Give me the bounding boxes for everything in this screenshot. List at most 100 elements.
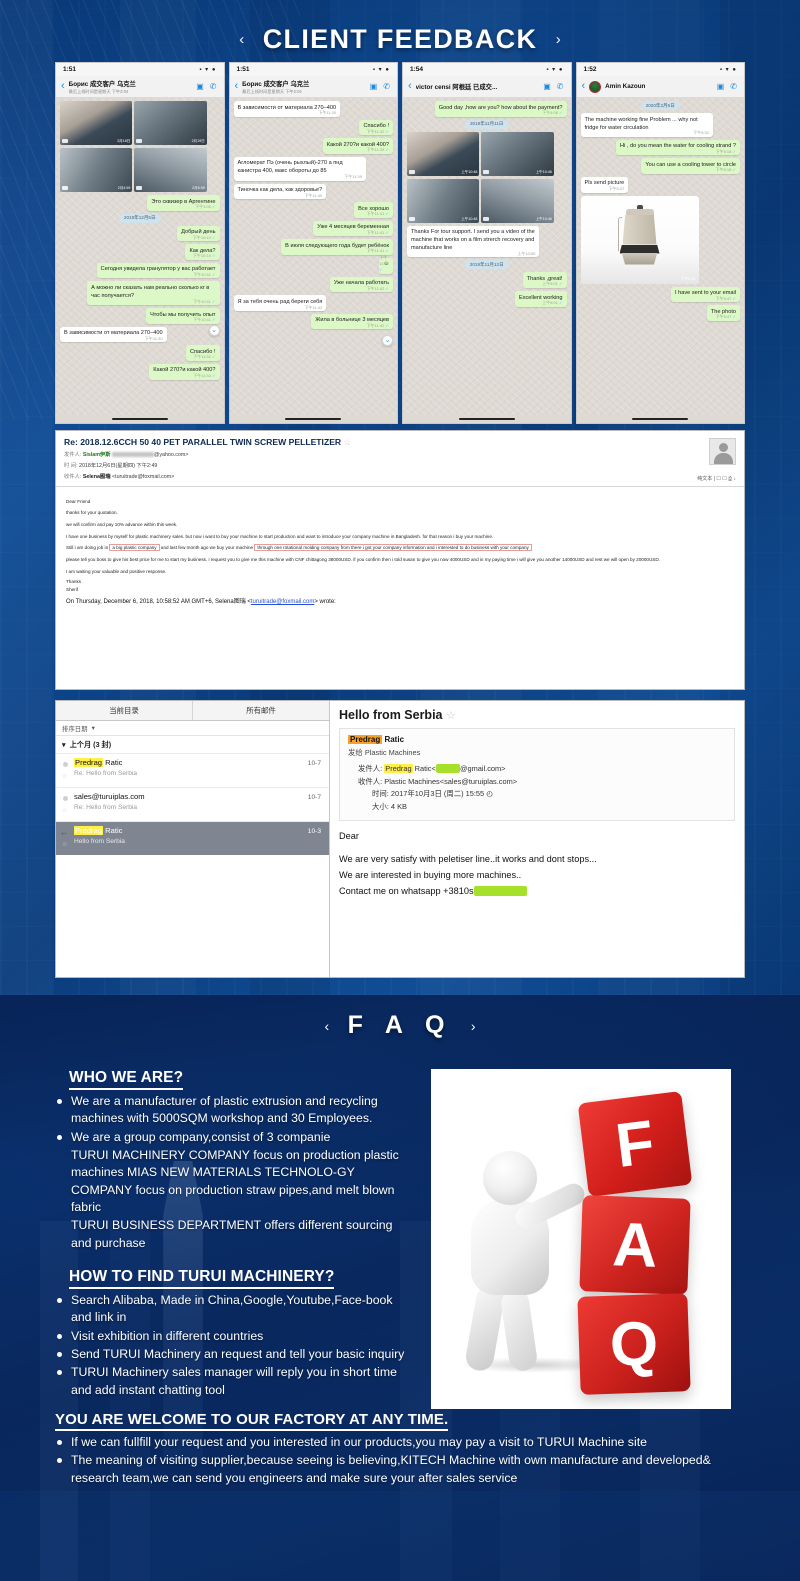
video-call-icon[interactable]: ▣	[196, 82, 206, 91]
mail-list-item[interactable]: ☆ Predrag Ratic Re: Hello from Serbia 10-7	[56, 753, 329, 787]
phone-status-bar: 1:52 ▪ ▾ ●	[576, 63, 744, 76]
read-receipt-icon: ✓	[732, 148, 736, 154]
chat-header: ‹ Борис 成交客户 乌克兰最后上线时间是星期天 下午2:04 ▣ ✆	[56, 76, 224, 98]
chat-bubble: Уже 4 месяцев беременная 下午11:41 ✓	[313, 220, 393, 237]
video-badge-icon	[62, 139, 68, 143]
mail-group-header[interactable]: ▾ 上个月 (3 封)	[56, 736, 329, 753]
chat-bubble: Уже начала работать 下午11:42 ✓	[329, 276, 393, 293]
back-icon[interactable]: ‹	[235, 81, 239, 92]
chat-header: ‹ Amin Kazoun ▣ ✆	[576, 76, 744, 98]
faq-list: Search Alibaba, Made in China,Google,You…	[55, 1292, 415, 1399]
back-icon[interactable]: ‹	[408, 81, 412, 92]
mail-list-item[interactable]: ↩ ☆ Predrag Ratic Hello from Serbia 10-3	[56, 821, 329, 855]
star-icon[interactable]: ☆	[62, 773, 67, 780]
star-icon[interactable]: ☆	[446, 710, 456, 722]
media-timestamp: 上午10:48	[535, 169, 552, 174]
mail-list-item[interactable]: ☆ sales@turuiplas.com Re: Hello from Serbi…	[56, 787, 329, 821]
chat-bubble: Pls send picture 下午5:37	[580, 176, 629, 193]
scroll-to-bottom-button[interactable]: ⌄	[382, 335, 393, 346]
chat-contact: Борис 成交客户 乌克兰最后上线时间是星期天 下午2:04	[69, 79, 193, 95]
email-toolbar[interactable]: 纯文本 | ☐ ☐ ⎙ ↓	[697, 475, 736, 482]
tab-all-mail[interactable]: 所有邮件	[192, 701, 329, 720]
media-thumbnail[interactable]: 2月4:59	[60, 148, 133, 192]
read-receipt-icon: ✓	[211, 271, 216, 277]
media-thumbnail[interactable]: 2月18日	[60, 101, 133, 145]
email-paragraph: Dear Friend	[66, 498, 91, 504]
voice-call-icon[interactable]: ✆	[557, 82, 566, 91]
video-badge-icon	[483, 169, 490, 174]
chat-bubble-time: 下午5:18 ✓	[715, 148, 736, 154]
email-quotation-screenshot: Re: 2018.12.6CCH 50 40 PET PARALLEL TWIN…	[55, 430, 745, 690]
faq-list-item: TURUI BUSINESS DEPARTMENT offers differe…	[71, 1218, 393, 1250]
media-thumbnail[interactable]: 上午10:48	[407, 131, 480, 176]
voice-call-icon[interactable]: ✆	[730, 82, 739, 91]
mail-body-line	[339, 844, 735, 851]
email-quote-link[interactable]: turuitrade@foxmail.com	[251, 599, 314, 605]
media-thumbnail[interactable]: 上午10:48	[481, 131, 554, 176]
voice-call-icon[interactable]: ✆	[383, 82, 392, 91]
star-icon[interactable]: ☆	[344, 437, 352, 447]
chat-contact: Amin Kazoun	[605, 83, 713, 90]
mail-date: 10-7	[307, 794, 321, 801]
mail-date: 10-7	[307, 760, 321, 767]
chat-bubble: Агломерат Пэ (очень рыхлый)-270 а пнд ка…	[233, 156, 366, 181]
character-figure	[453, 1133, 609, 1383]
email-from-label: 发件人:	[64, 452, 82, 458]
star-icon[interactable]: ☆	[62, 841, 67, 848]
media-thumbnail[interactable]: 上午10:48	[407, 178, 480, 223]
faq-list-item: The meaning of visiting supplier,because…	[55, 1452, 760, 1487]
chat-bubble: Как дела? 下午10:10 ✓	[185, 244, 220, 260]
mail-field-from-domain: @gmail.com>	[459, 764, 506, 773]
media-timestamp: 2月18日	[117, 139, 131, 143]
tab-current-folder[interactable]: 当前目录	[56, 701, 192, 720]
scroll-to-bottom-button[interactable]: ⌄	[208, 325, 220, 336]
email-to-name: Selena图瑞	[82, 474, 111, 481]
voice-call-icon[interactable]: ✆	[210, 82, 219, 91]
faq-heading: HOW TO FIND TURUI MACHINERY?	[69, 1268, 335, 1289]
faq-heading: WHO WE ARE?	[69, 1069, 184, 1090]
chat-bubble: Добрый день 下午10:10 ✓	[177, 225, 220, 242]
email-date-label: 时 间:	[64, 463, 78, 470]
email-paragraph: thanks for your quotation.	[66, 510, 118, 516]
contact-name: Amin Kazoun	[605, 83, 646, 90]
email-paragraph: I am waiting your valuable and positive …	[66, 568, 167, 574]
star-icon[interactable]: ☆	[62, 807, 67, 814]
status-icons: ▪ ▾ ●	[719, 67, 737, 73]
video-call-icon[interactable]: ▣	[370, 82, 380, 91]
redacted-address-highlight: xxxxxx	[435, 764, 460, 773]
back-icon[interactable]: ‹	[582, 81, 586, 92]
contact-name: Борис 成交客户 乌克兰	[68, 80, 136, 88]
mail-sender-name: Predrag Ratic	[74, 758, 123, 767]
chat-bubble-time: 下午1:05 ✓	[195, 204, 216, 210]
email-to-address: <turuitrade@foxmail.com>	[112, 474, 175, 481]
faq-list-item: Visit exhibition in different countries	[55, 1328, 415, 1345]
email-paragraph: Still i am doing job in a big plastic co…	[66, 542, 734, 554]
chat-bubble: Спасибо ! 下午11:32 ✓	[359, 119, 393, 136]
media-thumbnail[interactable]: 2月19日	[134, 101, 207, 145]
mail-list-tabs: 当前目录 所有邮件	[56, 701, 329, 721]
media-timestamp: 上午10:48	[461, 169, 478, 174]
chat-bubble: Спасибо ! 下午11:32 ✓	[185, 345, 220, 361]
client-feedback-banner: ‹ CLIENT FEEDBACK ›	[0, 0, 800, 60]
email-paragraph: I have one business by myself for plasti…	[66, 533, 494, 539]
email-paragraph: Sherif	[66, 587, 79, 593]
back-icon[interactable]: ‹	[61, 81, 65, 92]
video-badge-icon	[136, 139, 143, 143]
cooling-tower-image[interactable]: 下午5:39	[580, 195, 699, 284]
read-receipt-icon: ✓	[211, 204, 216, 210]
mail-field-time-label: 时间:	[372, 789, 389, 799]
video-call-icon[interactable]: ▣	[717, 82, 727, 91]
chat-header: ‹ victor censi 阿根廷 已成交... ▣ ✆	[403, 76, 571, 98]
media-thumbnail[interactable]: 上午10:48	[481, 178, 554, 223]
faq-section: ‹ F A Q › WHO WE ARE? We are a manufactur…	[0, 995, 800, 1581]
chat-bubble: Good day ,how are you? how about the pay…	[434, 101, 567, 117]
chat-bubble: Чтобы мы получить опыт 下午10:11 ✓	[146, 308, 220, 324]
video-call-icon[interactable]: ▣	[543, 82, 553, 91]
chat-messages: 2月18日 2月19日 2月4:59 2月6:59 Это сквизер в Арге…	[56, 98, 224, 415]
whatsapp-screenshot: 1:51 ▪ ▾ ● ‹ Борис 成交客户 乌克兰最后上线时间是星期天 下午2:0…	[228, 62, 398, 424]
media-timestamp: 2月6:59	[192, 186, 205, 190]
chat-bubble-time: 下午11:32 ✓	[193, 354, 216, 360]
sort-control[interactable]: 排序日期 ▾	[56, 721, 329, 736]
media-thumbnail[interactable]: 2月6:59	[134, 148, 207, 192]
faq-body: WHO WE ARE? We are a manufacturer of plas…	[0, 1051, 800, 1409]
